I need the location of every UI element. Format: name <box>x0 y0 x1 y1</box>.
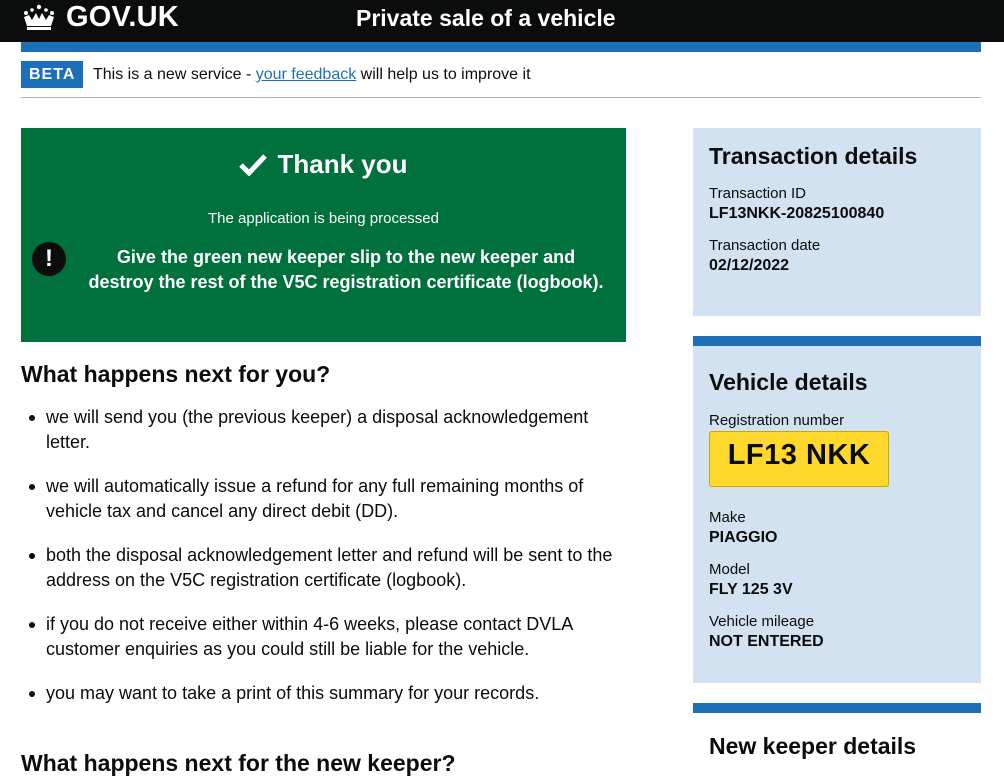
next-for-you-list: we will send you (the previous keeper) a… <box>21 405 621 725</box>
service-name-link[interactable]: Private sale of a vehicle <box>356 4 616 32</box>
crown-icon <box>24 4 54 30</box>
phase-banner: BETA This is a new service - your feedba… <box>21 60 981 98</box>
phase-banner-text: This is a new service - your feedback wi… <box>93 66 531 84</box>
transaction-date-value: 02/12/2022 <box>709 257 790 274</box>
site-header: GOV.UK Private sale of a vehicle <box>0 0 1004 42</box>
new-keeper-details-heading: New keeper details <box>709 733 917 759</box>
feedback-link[interactable]: your feedback <box>256 66 357 83</box>
transaction-id-value: LF13NKK-20825100840 <box>709 205 885 222</box>
phase-text-before: This is a new service - <box>93 66 256 83</box>
panel-title: Thank you <box>21 146 626 182</box>
list-item: we will send you (the previous keeper) a… <box>21 405 621 455</box>
check-icon <box>239 154 268 176</box>
list-item: you may want to take a print of this sum… <box>21 681 621 706</box>
transaction-date-label: Transaction date <box>709 237 821 254</box>
vehicle-details-box: Vehicle details Registration number LF13… <box>693 336 981 683</box>
transaction-details-heading: Transaction details <box>709 143 918 169</box>
panel-subtitle: The application is being processed <box>208 210 439 227</box>
vehicle-details-heading: Vehicle details <box>709 369 868 395</box>
list-item: if you do not receive either within 4-6 … <box>21 612 621 662</box>
next-for-you-heading: What happens next for you? <box>21 361 331 387</box>
make-label: Make <box>709 509 746 526</box>
list-item: both the disposal acknowledgement letter… <box>21 543 621 593</box>
make-value: PIAGGIO <box>709 529 778 546</box>
mileage-label: Vehicle mileage <box>709 613 815 630</box>
panel-title-text: Thank you <box>277 149 408 179</box>
mileage-value: NOT ENTERED <box>709 633 824 650</box>
model-value: FLY 125 3V <box>709 581 793 598</box>
phase-text-after: will help us to improve it <box>356 66 531 83</box>
model-label: Model <box>709 561 750 578</box>
new-keeper-details-box: New keeper details <box>693 703 981 779</box>
next-for-keeper-heading: What happens next for the new keeper? <box>21 750 456 776</box>
header-blue-bar <box>21 42 981 52</box>
warning-icon: ! <box>32 242 66 276</box>
transaction-details-box: Transaction details Transaction ID LF13N… <box>693 128 981 316</box>
govuk-logo-link[interactable]: GOV.UK <box>66 0 179 34</box>
registration-plate: LF13 NKK <box>709 431 889 487</box>
beta-tag: BETA <box>21 61 84 88</box>
transaction-id-label: Transaction ID <box>709 185 806 202</box>
registration-label: Registration number <box>709 412 845 429</box>
list-item: we will automatically issue a refund for… <box>21 474 621 524</box>
panel-warning-text: Give the green new keeper slip to the ne… <box>88 247 604 292</box>
